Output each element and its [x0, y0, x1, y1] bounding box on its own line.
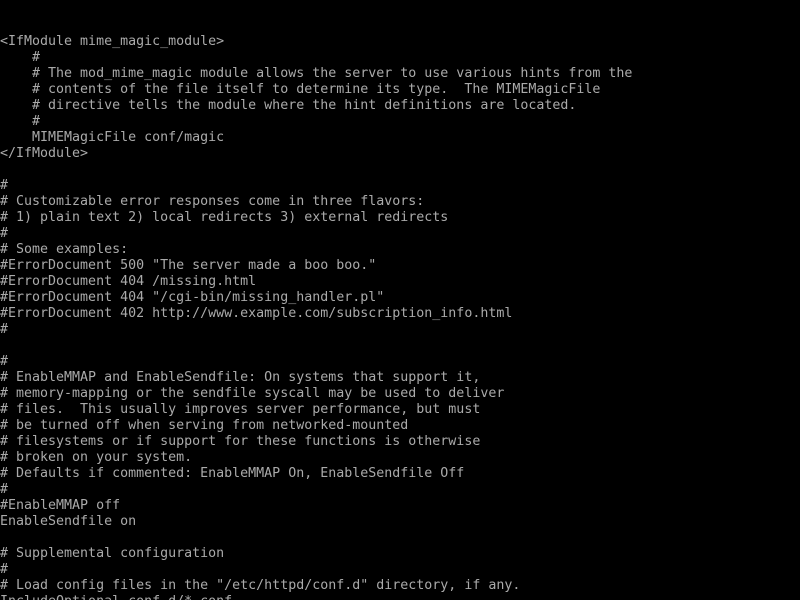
terminal-line: IncludeOptional conf.d/*.conf — [0, 594, 800, 600]
terminal-line: # — [0, 114, 41, 129]
terminal-line: # EnableMMAP and EnableSendfile: On syst… — [0, 370, 481, 385]
console-screen: <IfModule mime_magic_module> # # The mod… — [0, 0, 800, 600]
terminal-line: # contents of the file itself to determi… — [0, 82, 601, 97]
terminal-scrollback: <IfModule mime_magic_module> # # The mod… — [0, 34, 800, 600]
terminal-line: # directive tells the module where the h… — [0, 98, 577, 113]
terminal-line: # files. This usually improves server pe… — [0, 402, 481, 417]
terminal-line: # filesystems or if support for these fu… — [0, 434, 481, 449]
terminal-line: # be turned off when serving from networ… — [0, 418, 409, 433]
terminal-line: # — [0, 562, 9, 577]
terminal-line: # — [0, 482, 9, 497]
terminal-line: #ErrorDocument 404 /missing.html — [0, 274, 257, 289]
terminal-line: <IfModule mime_magic_module> — [0, 34, 225, 49]
terminal-line: # — [0, 50, 41, 65]
terminal-line: </IfModule> — [0, 146, 89, 161]
terminal-line: #ErrorDocument 404 "/cgi-bin/missing_han… — [0, 290, 385, 305]
terminal-line: #ErrorDocument 500 "The server made a bo… — [0, 258, 377, 273]
terminal-line: #ErrorDocument 402 http://www.example.co… — [0, 306, 513, 321]
terminal-line: # memory-mapping or the sendfile syscall… — [0, 386, 505, 401]
terminal-line: # — [0, 322, 9, 337]
terminal-line: # 1) plain text 2) local redirects 3) ex… — [0, 210, 449, 225]
terminal-line: MIMEMagicFile conf/magic — [0, 130, 225, 145]
terminal-line: #EnableMMAP off — [0, 498, 121, 513]
terminal-line: EnableSendfile on — [0, 514, 137, 529]
terminal-line: # Load config files in the "/etc/httpd/c… — [0, 578, 521, 593]
terminal-line: # Some examples: — [0, 242, 129, 257]
terminal-line: # Defaults if commented: EnableMMAP On, … — [0, 466, 465, 481]
terminal-line: # broken on your system. — [0, 450, 193, 465]
terminal-line: # — [0, 354, 9, 369]
terminal-line: # — [0, 178, 9, 193]
terminal-line: # Supplemental configuration — [0, 546, 225, 561]
terminal-line: # — [0, 226, 9, 241]
terminal-output[interactable]: <IfModule mime_magic_module> # # The mod… — [0, 0, 800, 600]
terminal-line: # The mod_mime_magic module allows the s… — [0, 66, 633, 81]
terminal-line: # Customizable error responses come in t… — [0, 194, 425, 209]
